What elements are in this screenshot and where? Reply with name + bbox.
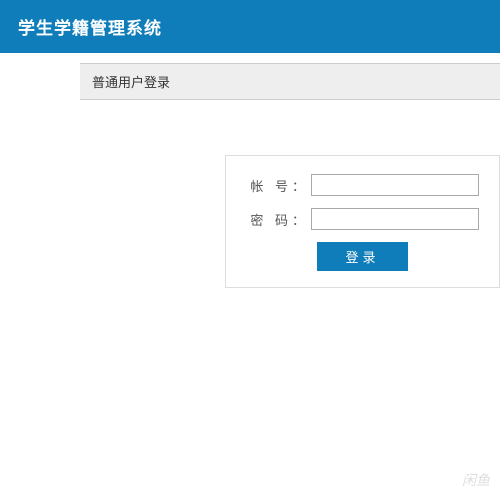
form-area: 帐 号： 密 码： 登录: [80, 100, 500, 288]
app-title: 学生学籍管理系统: [18, 19, 162, 38]
account-row: 帐 号：: [246, 174, 479, 196]
watermark: 闲鱼: [462, 470, 490, 490]
content-area: 普通用户登录 帐 号： 密 码： 登录: [80, 63, 500, 288]
button-row: 登录: [246, 242, 479, 271]
login-form: 帐 号： 密 码： 登录: [225, 155, 500, 288]
account-label: 帐 号：: [246, 176, 311, 195]
password-label: 密 码：: [246, 210, 311, 229]
login-button[interactable]: 登录: [317, 242, 407, 271]
header-spacer: [0, 53, 500, 63]
password-row: 密 码：: [246, 208, 479, 230]
password-input[interactable]: [311, 208, 479, 230]
app-header: 学生学籍管理系统: [0, 0, 500, 53]
panel-title: 普通用户登录: [80, 63, 500, 100]
account-input[interactable]: [311, 174, 479, 196]
